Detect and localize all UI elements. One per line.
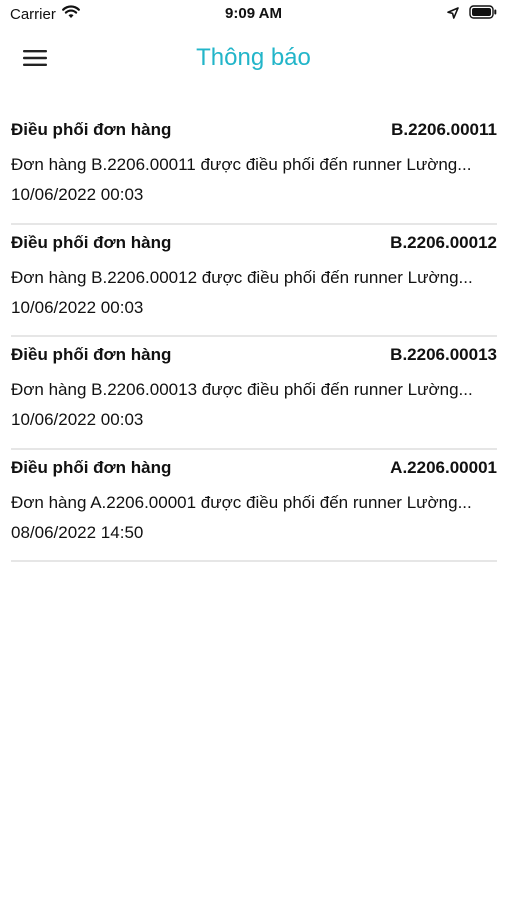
page-title: Thông báo bbox=[196, 44, 311, 71]
order-code: B.2206.00012 bbox=[390, 232, 497, 252]
notification-item[interactable]: Điều phối đơn hàng B.2206.00011 Đơn hàng… bbox=[11, 112, 497, 225]
notification-title: Điều phối đơn hàng bbox=[11, 457, 172, 477]
notification-item[interactable]: Điều phối đơn hàng B.2206.00012 Đơn hàng… bbox=[11, 225, 497, 337]
notification-date: 10/06/2022 00:03 bbox=[11, 185, 144, 204]
notification-title: Điều phối đơn hàng bbox=[11, 345, 172, 364]
location-arrow-icon bbox=[447, 6, 459, 24]
notification-title: Điều phối đơn hàng bbox=[11, 120, 172, 139]
order-code: B.2206.00011 bbox=[391, 120, 497, 139]
notification-list: Điều phối đơn hàng B.2206.00011 Đơn hàng… bbox=[11, 112, 497, 562]
nav-bar: Thông báo bbox=[0, 30, 507, 90]
status-bar: Carrier 9:09 AM bbox=[0, 0, 507, 30]
status-time: 9:09 AM bbox=[225, 5, 282, 22]
notification-date: 08/06/2022 14:50 bbox=[11, 522, 144, 542]
notification-message: Đơn hàng B.2206.00012 được điều phối đến… bbox=[11, 267, 473, 287]
notification-message: Đơn hàng B.2206.00013 được điều phối đến… bbox=[11, 380, 473, 399]
battery-icon bbox=[469, 5, 497, 24]
notification-item[interactable]: Điều phối đơn hàng B.2206.00013 Đơn hàng… bbox=[11, 337, 497, 450]
order-code: A.2206.00001 bbox=[390, 457, 497, 477]
order-code: B.2206.00013 bbox=[390, 345, 497, 364]
notification-date: 10/06/2022 00:03 bbox=[11, 410, 144, 429]
notification-message: Đơn hàng B.2206.00011 được điều phối đến… bbox=[11, 155, 472, 174]
notification-message: Đơn hàng A.2206.00001 được điều phối đến… bbox=[11, 492, 472, 512]
notification-title: Điều phối đơn hàng bbox=[11, 232, 172, 252]
status-right bbox=[447, 5, 497, 24]
notification-date: 10/06/2022 00:03 bbox=[11, 297, 144, 317]
notification-item[interactable]: Điều phối đơn hàng A.2206.00001 Đơn hàng… bbox=[11, 450, 497, 562]
